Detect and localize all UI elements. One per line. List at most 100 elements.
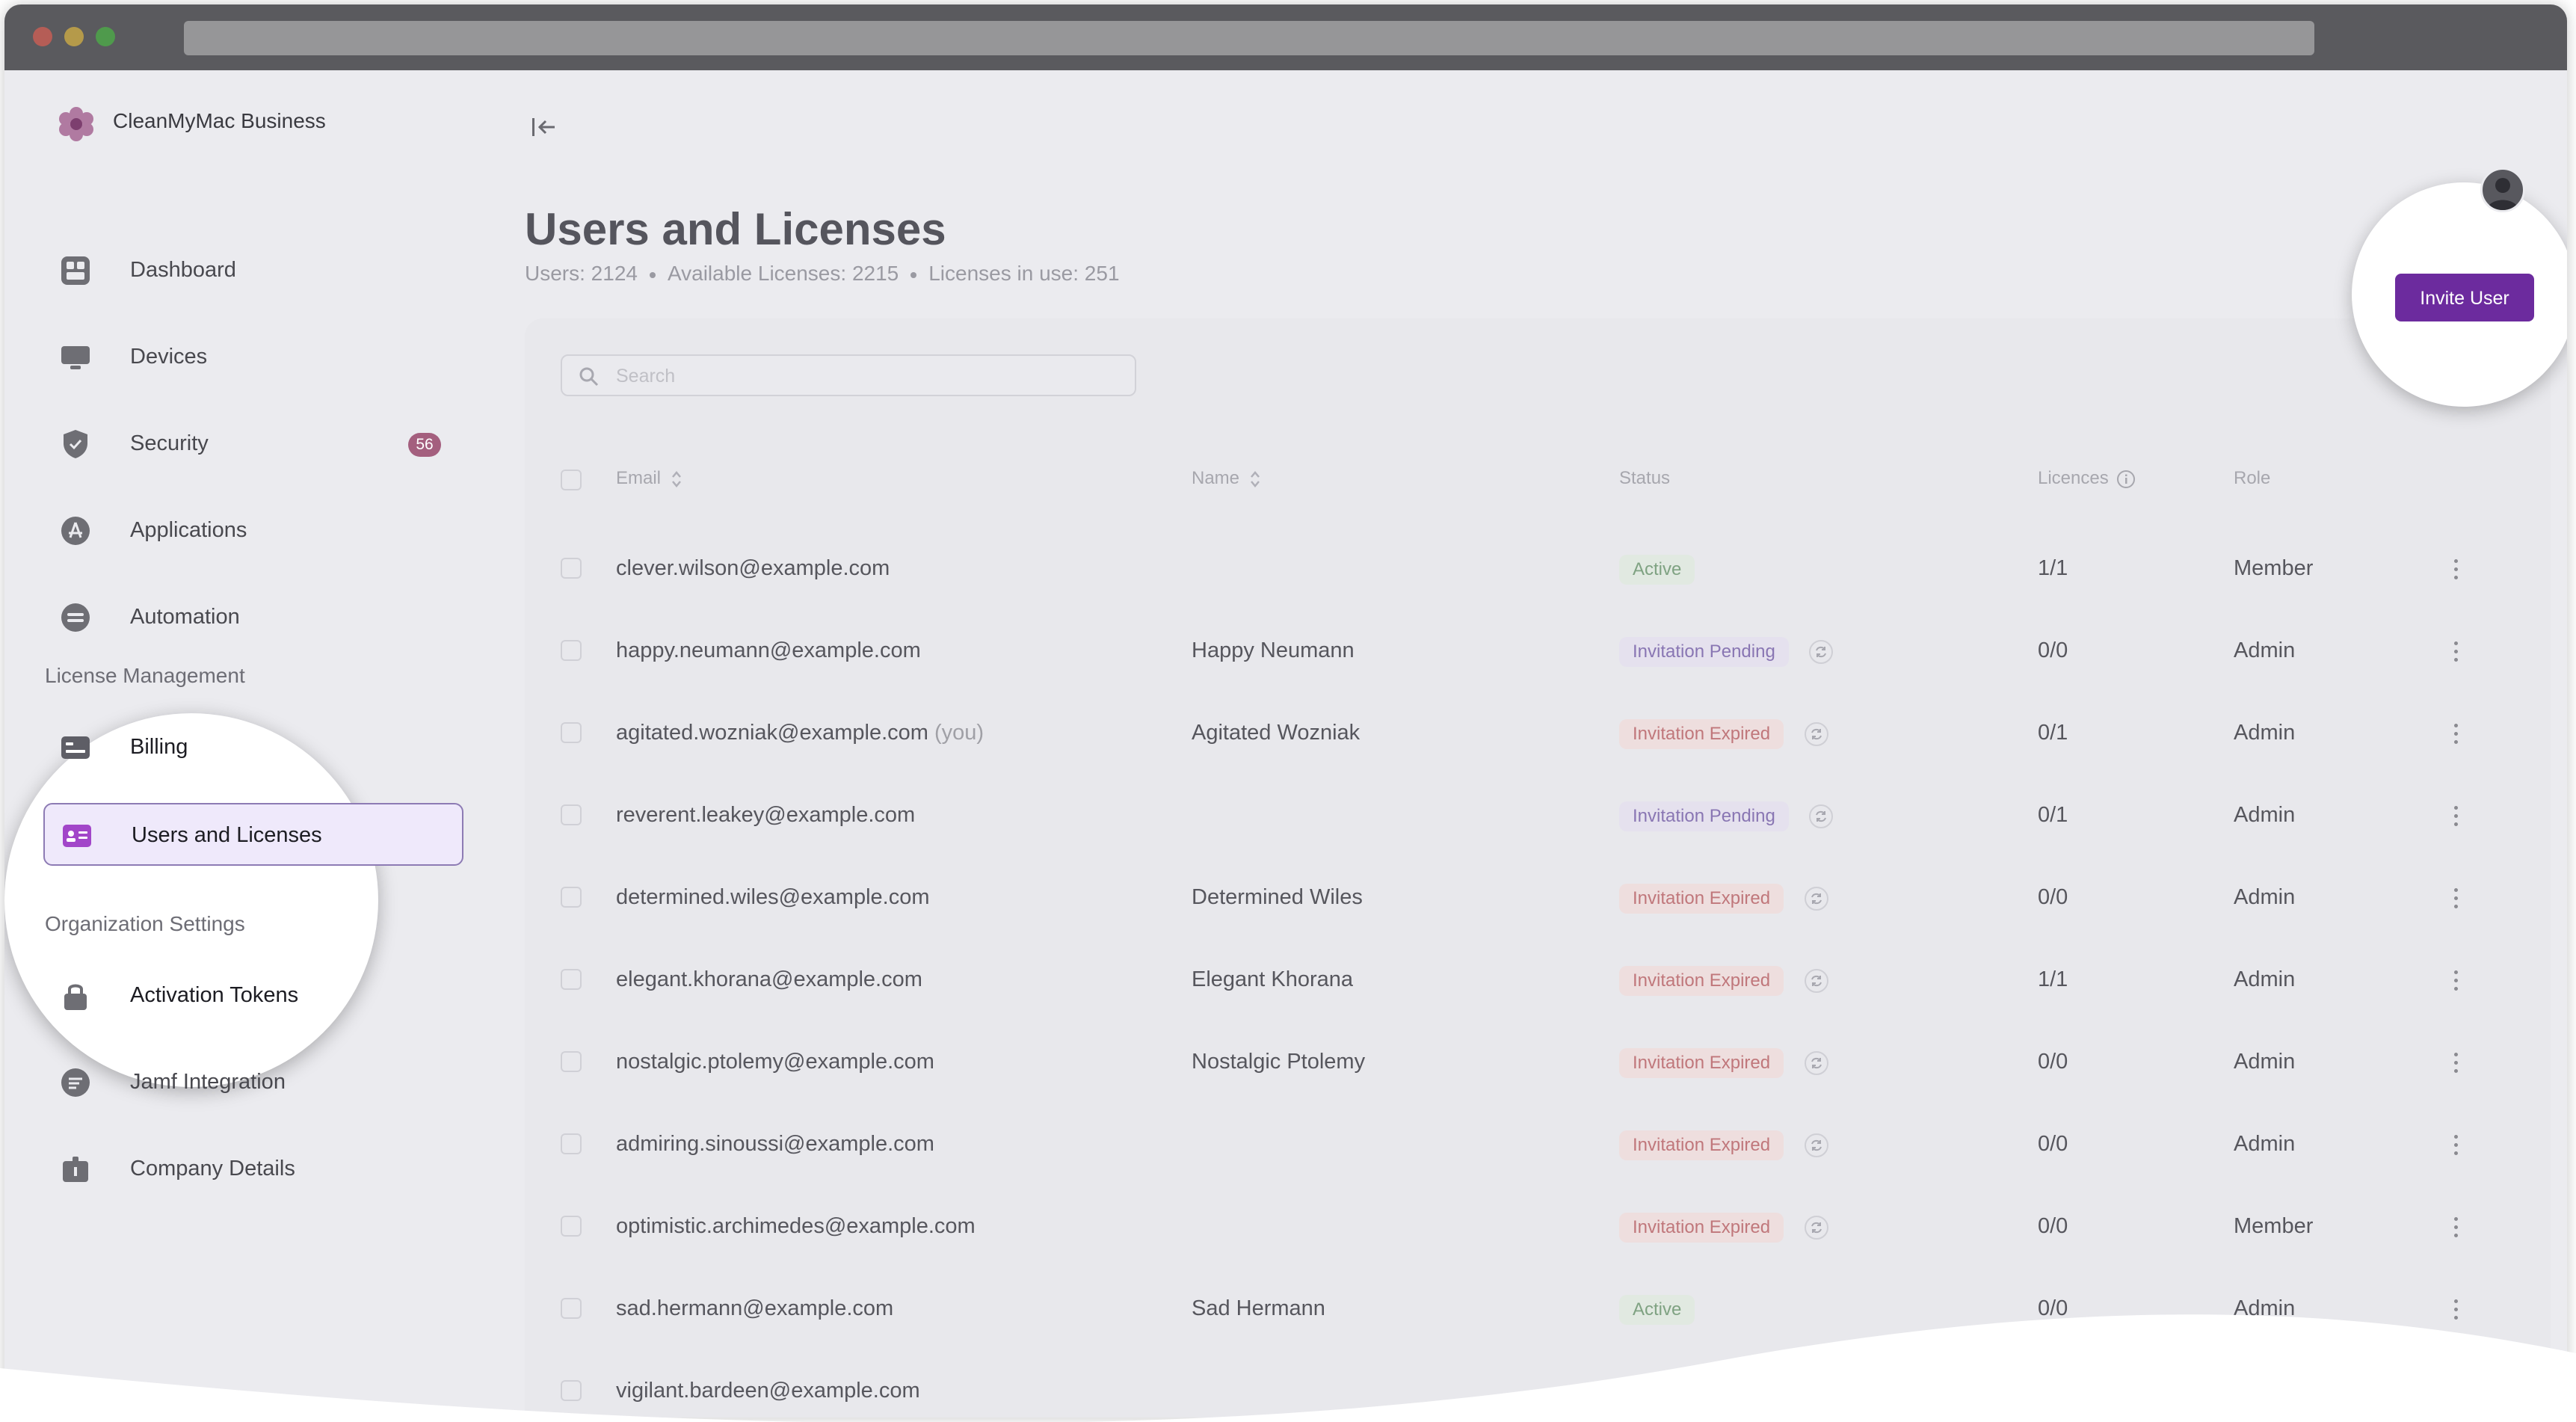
main-content: Users and Licenses Users: 2124 Available … <box>525 70 2567 1418</box>
email-cell: reverent.leakey@example.com <box>616 803 916 827</box>
sidebar-item-label: Activation Tokens <box>130 983 299 1007</box>
row-checkbox[interactable] <box>561 1133 582 1154</box>
sidebar-item-automation[interactable]: Automation <box>43 586 463 649</box>
email-column-header[interactable]: Email <box>616 468 682 489</box>
email-cell: determined.wiles@example.com <box>616 885 930 909</box>
row-checkbox[interactable] <box>561 804 582 825</box>
more-options-icon[interactable] <box>2444 1051 2467 1075</box>
row-checkbox[interactable] <box>561 887 582 908</box>
table-row[interactable]: determined.wiles@example.com Determined W… <box>525 857 2551 939</box>
name-cell: Determined Wiles <box>1192 885 1363 909</box>
name-cell: Agitated Wozniak <box>1192 721 1361 745</box>
refresh-icon <box>1811 893 1822 905</box>
select-all-checkbox[interactable] <box>561 470 582 490</box>
available-licenses: Available Licenses: 2215 <box>667 262 899 285</box>
sidebar-item-activation-tokens[interactable]: Activation Tokens <box>43 964 463 1027</box>
sidebar-item-label: Security <box>130 431 209 455</box>
table-row[interactable]: optimistic.archimedes@example.com Invitat… <box>525 1186 2551 1268</box>
refresh-icon <box>1811 1057 1822 1069</box>
table-row[interactable]: elegant.khorana@example.com Elegant Khora… <box>525 939 2551 1021</box>
company-icon <box>63 1157 88 1182</box>
table-row[interactable]: clever.wilson@example.com Active 1/1 Member <box>525 528 2551 610</box>
status-badge: Active <box>1619 555 1695 585</box>
user-avatar[interactable] <box>2480 167 2525 212</box>
address-bar[interactable] <box>184 21 2314 55</box>
sidebar-item-security[interactable]: Security 56 <box>43 413 463 475</box>
status-badge: Invitation Expired <box>1619 719 1784 749</box>
sidebar-item-company-details[interactable]: Company Details <box>43 1138 463 1201</box>
row-checkbox[interactable] <box>561 640 582 661</box>
name-cell: Happy Neumann <box>1192 638 1355 662</box>
email-cell: clever.wilson@example.com <box>616 556 890 580</box>
more-options-icon[interactable] <box>2444 558 2467 582</box>
role-cell: Admin <box>2234 1050 2296 1074</box>
row-checkbox[interactable] <box>561 1216 582 1237</box>
search-box[interactable] <box>561 354 1136 396</box>
status-badge: Invitation Expired <box>1619 1213 1784 1243</box>
row-checkbox[interactable] <box>561 1051 582 1072</box>
search-input[interactable] <box>614 362 1126 390</box>
table-row[interactable]: agitated.wozniak@example.com (you) Agitat… <box>525 692 2551 775</box>
row-checkbox[interactable] <box>561 722 582 743</box>
zoom-window-button[interactable] <box>96 27 115 46</box>
sidebar: CleanMyMac Business Dashboard Devices Se… <box>4 70 513 1418</box>
close-window-button[interactable] <box>33 27 52 46</box>
sidebar-item-devices[interactable]: Devices <box>43 326 463 389</box>
dashboard-icon <box>61 256 90 285</box>
you-label: (you) <box>934 721 985 745</box>
status-badge: Invitation Expired <box>1619 1048 1784 1078</box>
more-options-icon[interactable] <box>2444 640 2467 664</box>
sidebar-item-applications[interactable]: Applications <box>43 499 463 562</box>
more-options-icon[interactable] <box>2444 969 2467 993</box>
id-card-icon <box>63 825 91 847</box>
sidebar-item-billing[interactable]: Billing <box>43 716 463 779</box>
role-cell: Admin <box>2234 638 2296 662</box>
licences-cell: 0/0 <box>2038 1214 2068 1238</box>
resend-invite-button[interactable] <box>1805 887 1828 911</box>
more-options-icon[interactable] <box>2444 804 2467 828</box>
license-management-heading: License Management <box>45 664 245 687</box>
minimize-window-button[interactable] <box>64 27 84 46</box>
table-row[interactable]: admiring.sinoussi@example.com Invitation … <box>525 1104 2551 1186</box>
more-options-icon[interactable] <box>2444 1216 2467 1240</box>
organization-settings-heading: Organization Settings <box>45 912 245 935</box>
invite-user-button[interactable]: Invite User <box>2395 274 2534 321</box>
app-store-icon <box>61 517 90 545</box>
automation-icon <box>61 603 90 632</box>
resend-invite-button[interactable] <box>1809 640 1833 664</box>
more-options-icon[interactable] <box>2444 722 2467 746</box>
licences-cell: 0/1 <box>2038 803 2068 827</box>
name-column-header[interactable]: Name <box>1192 468 1260 489</box>
resend-invite-button[interactable] <box>1805 969 1828 993</box>
licences-cell: 0/0 <box>2038 1050 2068 1074</box>
sidebar-item-label: Billing <box>130 735 188 759</box>
sidebar-item-users-and-licenses[interactable]: Users and Licenses <box>43 803 463 866</box>
sidebar-item-jamf-integration[interactable]: Jamf Integration <box>43 1051 463 1114</box>
refresh-icon <box>1811 728 1822 740</box>
email-cell: admiring.sinoussi@example.com <box>616 1132 934 1156</box>
resend-invite-button[interactable] <box>1809 804 1833 828</box>
role-cell: Admin <box>2234 885 2296 909</box>
table-row[interactable]: reverent.leakey@example.com Invitation Pe… <box>525 775 2551 857</box>
resend-invite-button[interactable] <box>1805 1051 1828 1075</box>
sidebar-item-dashboard[interactable]: Dashboard <box>43 239 463 302</box>
more-options-icon[interactable] <box>2444 887 2467 911</box>
refresh-icon <box>1811 1222 1822 1234</box>
row-checkbox[interactable] <box>561 558 582 579</box>
info-icon[interactable] <box>2116 470 2136 489</box>
refresh-icon <box>1811 1139 1822 1151</box>
separator-dot <box>910 271 917 278</box>
resend-invite-button[interactable] <box>1805 1133 1828 1157</box>
licences-cell: 0/1 <box>2038 721 2068 745</box>
table-row[interactable]: happy.neumann@example.com Happy Neumann In… <box>525 610 2551 692</box>
brand-name: CleanMyMac Business <box>113 109 326 132</box>
more-options-icon[interactable] <box>2444 1133 2467 1157</box>
browser-toolbar <box>4 4 2567 70</box>
sidebar-item-label: Users and Licenses <box>132 823 322 847</box>
row-checkbox[interactable] <box>561 969 582 990</box>
shield-icon <box>64 430 87 458</box>
resend-invite-button[interactable] <box>1805 722 1828 746</box>
role-cell: Member <box>2234 556 2314 580</box>
table-row[interactable]: nostalgic.ptolemy@example.com Nostalgic P… <box>525 1021 2551 1104</box>
resend-invite-button[interactable] <box>1805 1216 1828 1240</box>
